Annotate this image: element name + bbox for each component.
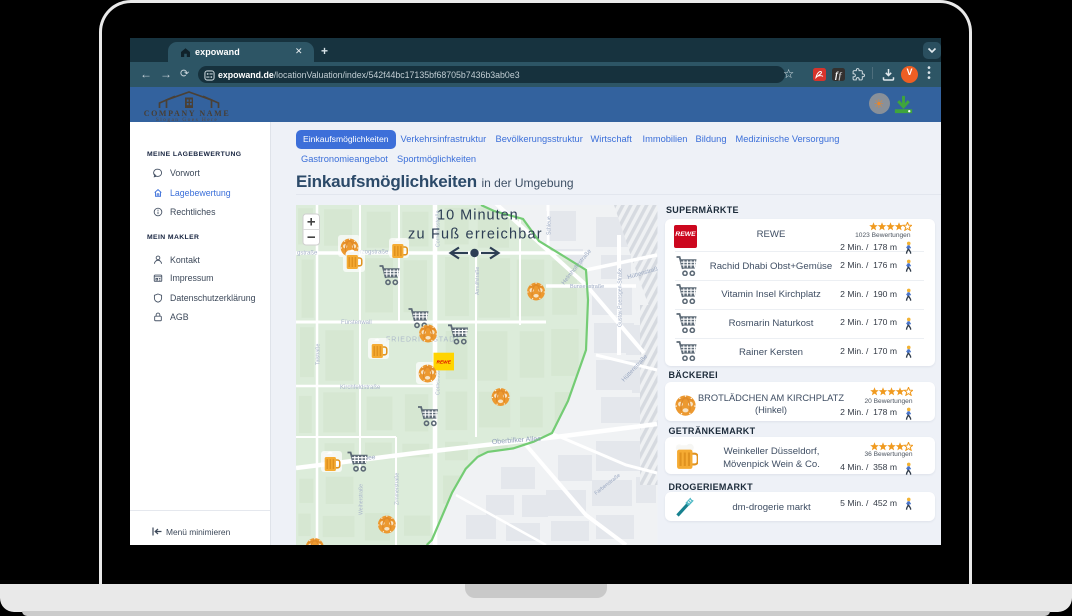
svg-text:Arnulfstraße: Arnulfstraße <box>475 267 481 295</box>
svg-text:Gustav-Poensgen-Straße: Gustav-Poensgen-Straße <box>618 268 624 327</box>
svg-text:Talstraße: Talstraße <box>316 344 322 365</box>
svg-text:Zimmerstraße: Zimmerstraße <box>395 473 401 505</box>
svg-text:Bunsenstraße: Bunsenstraße <box>570 284 604 290</box>
svg-text:zu Fuß erreichbar: zu Fuß erreichbar <box>408 227 543 243</box>
svg-text:gstraße: gstraße <box>297 251 318 257</box>
svg-text:Weiherstraße: Weiherstraße <box>359 484 365 515</box>
svg-text:Fürstenwall: Fürstenwall <box>341 320 372 326</box>
svg-text:Kirchfeldstraße: Kirchfeldstraße <box>340 385 381 391</box>
svg-text:Schleue: Schleue <box>547 216 553 235</box>
svg-text:10 Minuten: 10 Minuten <box>437 208 519 224</box>
svg-text:REWE: REWE <box>437 360 452 366</box>
